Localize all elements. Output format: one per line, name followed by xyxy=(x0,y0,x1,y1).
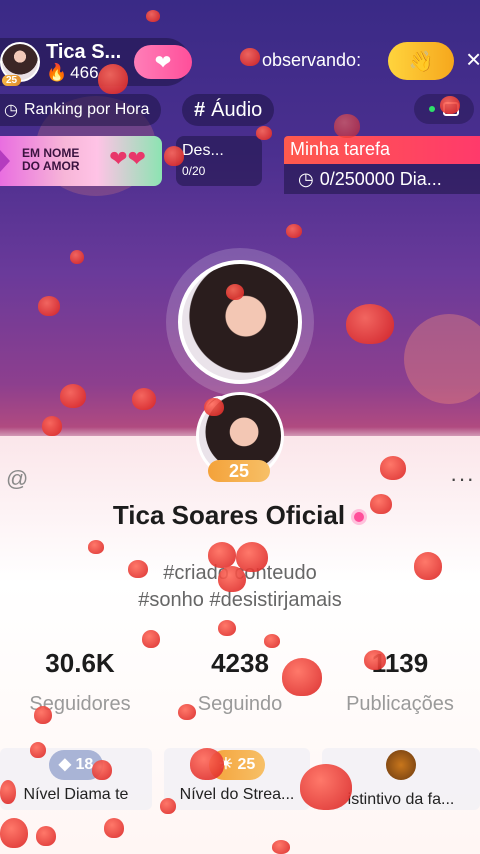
my-task-header[interactable]: Minha tarefa xyxy=(284,136,480,164)
heart-petal xyxy=(256,126,272,140)
clock-icon: ◷ xyxy=(4,102,18,119)
audio-tag[interactable]: # Áudio xyxy=(182,94,275,126)
observing-label: observando: xyxy=(262,50,362,70)
heart-petal xyxy=(128,560,148,578)
heart-petal xyxy=(190,748,224,780)
profile-name-text: Tica Soares Oficial xyxy=(112,500,346,530)
heart-petal xyxy=(264,634,280,648)
bokeh-light xyxy=(404,314,480,404)
heart-petal xyxy=(178,704,196,720)
verified-icon xyxy=(351,509,368,526)
hashtag-icon: # xyxy=(194,98,206,121)
profile-name: Tica Soares Oficial xyxy=(0,500,480,531)
live-dot-icon xyxy=(429,106,435,112)
hearts-icon: ❤❤ xyxy=(109,146,146,171)
hand-wave-icon: 👋 xyxy=(408,50,434,73)
heart-petal xyxy=(42,416,62,436)
host-score-value: 466 xyxy=(70,63,99,82)
heart-petal xyxy=(30,742,46,758)
heart-petal xyxy=(370,494,392,514)
task-name: Des... xyxy=(182,142,224,159)
flame-icon: 🔥 xyxy=(46,63,68,82)
heart-petal xyxy=(164,146,184,166)
badges-row: ◆ 18 Nível Diama te ☀ 25 Nível do Strea.… xyxy=(0,748,480,818)
heart-petal xyxy=(380,456,406,480)
my-task-title: Minha tarefa xyxy=(290,139,391,159)
more-options-icon[interactable]: ··· xyxy=(450,466,475,492)
streamer-value: 25 xyxy=(237,756,256,773)
badge-diamond[interactable]: ◆ 18 Nível Diama te xyxy=(0,748,152,810)
diamond-icon: ◆ xyxy=(58,756,72,773)
banner-line2: DO AMOR xyxy=(22,159,80,173)
bio-line2: #sonho #desistirjamais xyxy=(138,589,342,611)
heart-petal xyxy=(104,818,124,838)
heart-petal xyxy=(146,10,160,22)
diamond-value: 18 xyxy=(75,756,94,773)
heart-petal xyxy=(226,284,244,300)
stat-value: 1139 xyxy=(371,648,429,678)
banner-arrow-icon xyxy=(0,150,10,172)
heart-petal xyxy=(34,706,52,724)
heart-petal xyxy=(334,114,360,138)
ranking-tag[interactable]: ◷ Ranking por Hora xyxy=(0,94,162,126)
heart-petal xyxy=(236,542,268,572)
my-task-progress-value: 0/250000 Dia... xyxy=(319,168,442,189)
profile-level-badge: 25 xyxy=(208,460,270,482)
wave-button[interactable]: 👋 xyxy=(388,42,454,80)
heart-icon: ❤ xyxy=(154,51,172,74)
live-room: 25 Tica S... 🔥 466 ❤ observando: 👋 × ◷ R… xyxy=(0,0,480,854)
heart-petal xyxy=(218,566,246,592)
stat-value: 30.6K xyxy=(45,648,115,678)
heart-petal xyxy=(440,96,460,114)
heart-petal xyxy=(282,658,322,696)
mention-icon[interactable]: @ xyxy=(6,466,28,492)
heart-petal xyxy=(142,630,160,648)
heart-petal xyxy=(132,388,156,410)
follow-button[interactable]: ❤ xyxy=(134,45,192,79)
host-avatar[interactable]: 25 xyxy=(0,42,40,86)
heart-petal xyxy=(218,620,236,636)
host-level-badge: 25 xyxy=(2,75,22,86)
heart-petal xyxy=(38,296,60,316)
stat-followers[interactable]: 30.6K Seguidores xyxy=(0,648,160,716)
clock-icon: ◷ xyxy=(298,168,314,189)
heart-petal xyxy=(160,798,176,814)
heart-petal xyxy=(414,552,442,580)
heart-petal xyxy=(0,818,28,848)
heart-petal xyxy=(98,64,128,94)
event-banner[interactable]: EM NOME DO AMOR ❤❤ xyxy=(0,136,162,186)
audio-label: Áudio xyxy=(211,98,263,121)
stat-label: Seguidores xyxy=(29,693,131,715)
stat-label: Publicações xyxy=(346,693,454,715)
heart-petal xyxy=(36,826,56,846)
banner-title: EM NOME DO AMOR xyxy=(22,147,80,173)
task-card[interactable]: Des... 0/20 xyxy=(176,136,262,186)
heart-petal xyxy=(300,764,352,810)
my-task-progress[interactable]: ◷ 0/250000 Dia... xyxy=(284,164,480,194)
heart-petal xyxy=(286,224,302,238)
heart-petal xyxy=(60,384,86,408)
fan-badge-icon xyxy=(386,750,416,780)
badge-label: Nível do Strea... xyxy=(179,786,295,803)
heart-petal xyxy=(88,540,104,554)
host-name: Tica S... xyxy=(46,41,122,63)
ranking-label: Ranking por Hora xyxy=(23,101,150,118)
task-progress: 0/20 xyxy=(182,164,206,178)
heart-petal xyxy=(208,542,236,568)
heart-petal xyxy=(70,250,84,264)
badge-label: Nível Diama te xyxy=(23,786,129,803)
heart-petal xyxy=(204,398,224,416)
level-value: 25 xyxy=(228,460,250,481)
stat-posts[interactable]: 1139 Publicações xyxy=(320,648,480,716)
heart-petal xyxy=(240,48,260,66)
heart-petal xyxy=(0,780,16,804)
heart-petal xyxy=(346,304,394,344)
heart-petal xyxy=(272,840,290,854)
close-icon[interactable]: × xyxy=(466,44,480,75)
heart-petal xyxy=(92,760,112,780)
speaker-avatar[interactable] xyxy=(178,260,302,384)
badge-streamer[interactable]: ☀ 25 Nível do Strea... xyxy=(164,748,310,810)
heart-petal xyxy=(364,650,386,670)
